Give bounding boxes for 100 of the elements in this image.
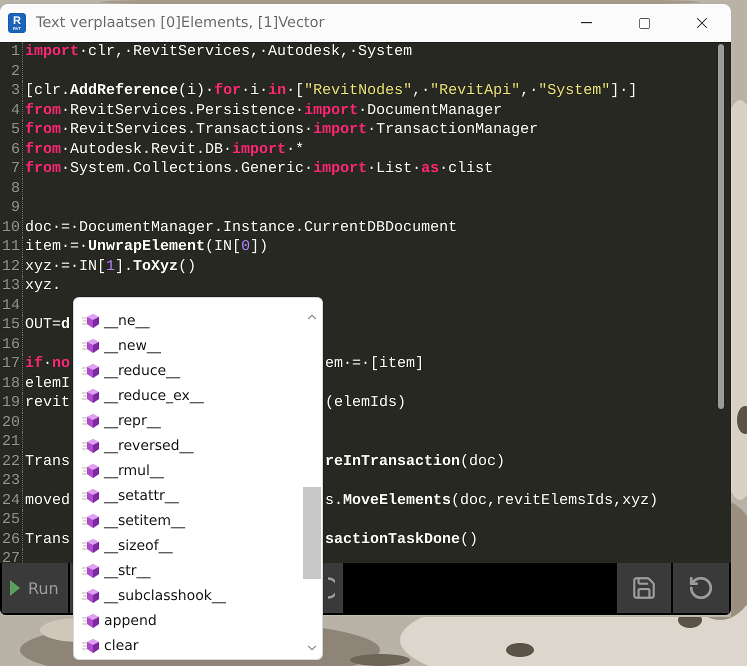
code-token: (i)· bbox=[178, 82, 214, 99]
window-title: Text verplaatsen [0]Elements, [1]Vector bbox=[36, 15, 326, 31]
code-token: if bbox=[25, 355, 44, 372]
method-icon bbox=[82, 538, 100, 554]
method-icon bbox=[82, 588, 100, 604]
autocomplete-item[interactable]: __rmul__ bbox=[74, 458, 302, 483]
code-token: as bbox=[421, 160, 440, 177]
line-number: 22 bbox=[0, 452, 23, 471]
method-icon bbox=[82, 638, 100, 654]
autocomplete-item[interactable]: __ne__ bbox=[74, 308, 302, 333]
run-button[interactable]: Run bbox=[2, 563, 68, 613]
code-token: doc·=·DocumentManager.Instance.CurrentDBDocument bbox=[25, 218, 458, 236]
autocomplete-item[interactable]: __reversed__ bbox=[74, 433, 302, 458]
autocomplete-item[interactable]: append bbox=[74, 608, 302, 633]
autocomplete-item[interactable]: __setattr__ bbox=[74, 483, 302, 508]
scroll-thumb[interactable] bbox=[303, 487, 321, 579]
code-token: (doc,revitElemsIds,xyz) bbox=[451, 492, 658, 508]
line-number: 23 bbox=[0, 471, 23, 490]
code-token: import bbox=[25, 43, 80, 60]
code-token: in bbox=[268, 82, 286, 99]
code-token: ·RevitServices.Persistence· bbox=[61, 102, 304, 118]
line-number: 20 bbox=[0, 412, 23, 432]
method-icon bbox=[82, 312, 100, 328]
autocomplete-item[interactable]: __repr__ bbox=[74, 408, 302, 433]
line-number: 1 bbox=[0, 42, 23, 62]
autocomplete-item[interactable]: __reduce_ex__ bbox=[74, 383, 302, 408]
line-number: 17 bbox=[0, 354, 23, 374]
code-token: [clr. bbox=[25, 82, 70, 99]
code-token: from bbox=[25, 140, 62, 158]
code-token: import bbox=[313, 121, 368, 138]
autocomplete-item[interactable]: __sizeof__ bbox=[74, 533, 302, 558]
code-token: item·=· bbox=[25, 238, 88, 255]
autocomplete-item[interactable]: __reduce__ bbox=[74, 358, 302, 383]
code-token: xyz. bbox=[25, 277, 62, 294]
method-icon bbox=[82, 512, 100, 528]
code-token: ·List· bbox=[367, 160, 422, 177]
line-number: 16 bbox=[0, 334, 23, 354]
play-icon bbox=[10, 580, 20, 596]
code-token: () bbox=[460, 530, 478, 548]
line-number: 6 bbox=[0, 140, 23, 159]
line-number: 3 bbox=[0, 81, 23, 100]
method-icon bbox=[82, 462, 100, 478]
reset-button[interactable] bbox=[673, 563, 729, 613]
line-number: 12 bbox=[0, 256, 23, 276]
code-token: from bbox=[25, 160, 62, 177]
code-token: from bbox=[25, 121, 62, 138]
undo-icon bbox=[688, 575, 714, 601]
code-token: ·i· bbox=[241, 82, 268, 99]
arc-icon bbox=[327, 577, 335, 599]
code-token: no bbox=[52, 355, 70, 372]
code-token: ·System.Collections.Generic· bbox=[61, 160, 314, 177]
code-token: AddReference bbox=[70, 82, 178, 99]
line-number: 10 bbox=[0, 218, 23, 237]
save-icon bbox=[631, 575, 657, 601]
minimize-icon bbox=[580, 22, 592, 24]
code-token: ]) bbox=[250, 238, 268, 255]
code-token: Trans bbox=[25, 530, 70, 548]
line-number: 14 bbox=[0, 296, 23, 315]
autocomplete-item[interactable]: __new__ bbox=[74, 333, 302, 358]
method-icon bbox=[82, 612, 100, 628]
method-icon bbox=[82, 338, 100, 354]
code-token: for bbox=[214, 82, 242, 99]
code-token: 0 bbox=[241, 238, 250, 255]
code-token: em·=·[item] bbox=[325, 355, 424, 372]
line-number: 8 bbox=[0, 178, 23, 198]
autocomplete-item[interactable]: __subclasshook__ bbox=[74, 583, 302, 608]
autocomplete-item[interactable]: __str__ bbox=[74, 558, 302, 583]
code-token: ·TransactionManager bbox=[367, 121, 538, 138]
line-number: 13 bbox=[0, 276, 23, 296]
line-number: 9 bbox=[0, 198, 23, 218]
code-token: · bbox=[43, 355, 52, 372]
line-number: 21 bbox=[0, 432, 23, 452]
code-token: import bbox=[304, 102, 358, 118]
line-number: 2 bbox=[0, 62, 23, 81]
code-token: import bbox=[313, 160, 368, 177]
code-token: reInTransaction bbox=[325, 452, 460, 470]
line-number: 5 bbox=[0, 120, 23, 140]
autocomplete-item[interactable]: clear bbox=[74, 633, 302, 658]
code-token: MoveElements bbox=[343, 492, 452, 508]
code-token: (doc) bbox=[460, 452, 506, 470]
code-token: UnwrapElement bbox=[88, 238, 206, 255]
line-number: 11 bbox=[0, 237, 23, 256]
code-token: import bbox=[232, 140, 286, 158]
code-token: (elemIds) bbox=[325, 394, 406, 411]
autocomplete-item[interactable]: __setitem__ bbox=[74, 508, 302, 533]
code-token: d bbox=[61, 316, 70, 333]
line-number: 19 bbox=[0, 393, 23, 412]
save-button[interactable] bbox=[617, 563, 671, 613]
code-token: ,· bbox=[520, 82, 538, 99]
method-icon bbox=[82, 362, 100, 378]
method-icon bbox=[82, 562, 100, 578]
code-token: ,· bbox=[412, 82, 430, 99]
line-number: 18 bbox=[0, 374, 23, 393]
line-number: 4 bbox=[0, 100, 23, 120]
code-token: () bbox=[178, 258, 196, 274]
maximize-icon bbox=[638, 16, 650, 30]
code-token: Trans bbox=[25, 452, 70, 470]
code-token: ·DocumentManager bbox=[358, 102, 502, 118]
code-token: 1 bbox=[106, 258, 116, 274]
method-icon bbox=[82, 438, 100, 454]
